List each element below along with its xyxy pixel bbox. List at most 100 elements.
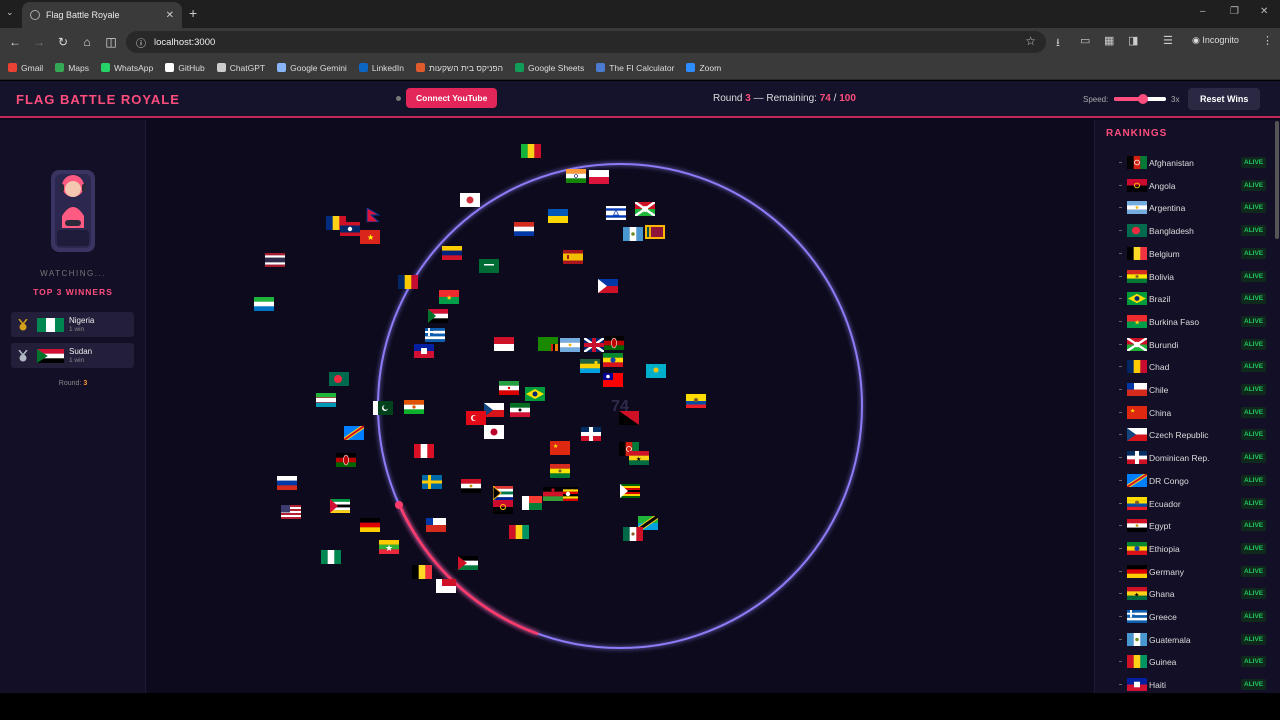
connect-youtube-button[interactable]: Connect YouTube (406, 88, 498, 108)
tab-favicon-icon (30, 10, 40, 20)
ranking-row[interactable]: Bangladesh ALIVE (1095, 221, 1271, 241)
menu-icon[interactable]: ⋮ (1262, 34, 1273, 47)
svg-text:★: ★ (1134, 318, 1140, 326)
close-window-icon[interactable]: ✕ (1260, 6, 1268, 17)
ranking-status-badge: ALIVE (1241, 247, 1267, 259)
ranking-country-name: DR Congo (1149, 475, 1189, 486)
ranking-status-badge: ALIVE (1241, 474, 1267, 486)
back-icon[interactable]: ← (3, 35, 27, 49)
ranking-row[interactable]: Burundi ALIVE (1095, 335, 1271, 355)
ranking-row[interactable]: Ecuador ALIVE (1095, 494, 1271, 514)
bookmark-star-icon[interactable]: ☆ (1025, 34, 1036, 48)
ranking-bullet (1119, 457, 1122, 459)
ranking-bullet (1119, 570, 1122, 572)
arena-flag-mali (521, 144, 541, 158)
arena-flag-chad (398, 275, 418, 289)
ranking-country-name: Ethiopia (1149, 543, 1180, 554)
bookmark-8[interactable]: Google Sheets (515, 63, 584, 73)
ranking-flag-icon (1127, 428, 1147, 442)
tab-close-icon[interactable]: ✕ (166, 10, 174, 21)
ranking-bullet (1119, 184, 1122, 186)
round-number: 3 (745, 93, 751, 104)
bookmark-1[interactable]: Maps (55, 63, 89, 73)
bookmark-2[interactable]: WhatsApp (101, 63, 153, 73)
winner-wins: 1 win (69, 326, 85, 333)
site-info-icon[interactable]: ⓘ (136, 35, 146, 50)
ranking-row[interactable]: Ethiopia ALIVE (1095, 539, 1271, 559)
bookmark-6[interactable]: LinkedIn (358, 63, 404, 73)
rankings-scrollbar[interactable] (1275, 121, 1279, 239)
speed-slider-handle[interactable] (1137, 94, 1148, 104)
reload-icon[interactable]: ↻ (51, 35, 75, 49)
wallet-icon[interactable]: ▭ (1080, 34, 1090, 47)
ranking-row[interactable]: ★ Burkina Faso ALIVE (1095, 312, 1271, 332)
ranking-row[interactable]: Czech Republic ALIVE (1095, 425, 1271, 445)
ranking-row[interactable]: ★ China ALIVE (1095, 403, 1271, 423)
ranking-row[interactable]: Egypt ALIVE (1095, 516, 1271, 536)
ranking-row[interactable]: Germany ALIVE (1095, 562, 1271, 582)
bookmark-10[interactable]: Zoom (686, 63, 721, 73)
ranking-row[interactable]: Brazil ALIVE (1095, 289, 1271, 309)
winner-item: Nigeria 1 win (11, 312, 134, 337)
ranking-row[interactable]: Argentina ALIVE (1095, 198, 1271, 218)
arena-flag-china: ★ (550, 441, 570, 455)
ranking-flag-icon (1127, 541, 1147, 555)
minimize-icon[interactable]: – (1200, 6, 1206, 17)
bookmark-0[interactable]: Gmail (8, 63, 43, 73)
arena-flag-egypt (461, 479, 481, 493)
bookmark-9[interactable]: The FI Calculator (596, 63, 674, 73)
side-panel-icon[interactable]: ◫ (99, 35, 123, 49)
address-bar[interactable]: ⓘ localhost:3000 ☆ (126, 31, 1046, 53)
ranking-row[interactable]: Chile ALIVE (1095, 380, 1271, 400)
arena-flag-ethiopia (603, 353, 623, 367)
reader-icon[interactable]: ◨ (1128, 34, 1138, 47)
ranking-country-name: Afghanistan (1149, 158, 1194, 168)
ranking-flag-icon (1127, 292, 1147, 306)
extensions-icon[interactable]: ▦ (1104, 34, 1114, 47)
arena-flag-ukraine (548, 209, 568, 223)
bookmark-icon (515, 63, 524, 72)
arena-flag-russia (277, 476, 297, 490)
maximize-icon[interactable]: ❐ (1230, 6, 1239, 17)
browser-tab[interactable]: Flag Battle Royale ✕ (22, 2, 182, 28)
ranking-bullet (1119, 661, 1122, 663)
reset-wins-button[interactable]: Reset Wins (1188, 88, 1261, 110)
ranking-bullet (1119, 366, 1122, 368)
bookmark-3[interactable]: GitHub (165, 63, 205, 73)
arena-flag-ecuador (686, 394, 706, 408)
arena-flag-guinea (509, 525, 529, 539)
svg-text:★: ★ (367, 233, 374, 242)
ranking-row[interactable]: ★ Ghana ALIVE (1095, 584, 1271, 604)
new-tab-icon[interactable]: + (189, 5, 197, 21)
browser-tab-bar: ⌄ Flag Battle Royale ✕ + – ❐ ✕ (0, 0, 1280, 28)
ranking-row[interactable]: Belgium ALIVE (1095, 244, 1271, 264)
ranking-row[interactable]: Dominican Rep. ALIVE (1095, 448, 1271, 468)
ranking-row[interactable]: Chad ALIVE (1095, 357, 1271, 377)
ranking-row[interactable]: Guinea ALIVE (1095, 652, 1271, 672)
round-info: Round 3 — Remaining: 74 / 100 (713, 93, 856, 104)
ranking-row[interactable]: Angola ALIVE (1095, 176, 1271, 196)
arena-flag-south-korea (460, 193, 480, 207)
arena-flag-brazil (525, 387, 545, 401)
forward-icon[interactable]: → (27, 35, 51, 49)
arena-flag-iran (499, 381, 519, 395)
bookmark-5[interactable]: Google Gemini (277, 63, 347, 73)
speed-slider[interactable] (1114, 94, 1166, 104)
ranking-row[interactable]: Haiti ALIVE (1095, 675, 1271, 693)
ranking-country-name: Ghana (1149, 589, 1175, 600)
tab-search-icon[interactable]: ⌄ (6, 7, 14, 18)
winner-item: Sudan 1 win (11, 343, 134, 368)
incognito-indicator[interactable]: ◉ Incognito (1192, 35, 1239, 46)
ranking-row[interactable]: Guatemala ALIVE (1095, 630, 1271, 650)
ranking-row[interactable]: DR Congo ALIVE (1095, 471, 1271, 491)
svg-text:★: ★ (636, 456, 641, 463)
ranking-status-badge: ALIVE (1241, 497, 1267, 509)
tab-search-menu-icon[interactable]: ☰ (1163, 34, 1173, 47)
download-icon[interactable]: ⭳ (1056, 34, 1060, 53)
ranking-row[interactable]: Afghanistan ALIVE (1095, 153, 1271, 173)
bookmark-7[interactable]: הפניקס בית השקעות (415, 63, 503, 73)
home-icon[interactable]: ⌂ (75, 35, 99, 49)
ranking-row[interactable]: Bolivia ALIVE (1095, 267, 1271, 287)
ranking-row[interactable]: Greece ALIVE (1095, 607, 1271, 627)
bookmark-4[interactable]: ChatGPT (216, 63, 265, 73)
